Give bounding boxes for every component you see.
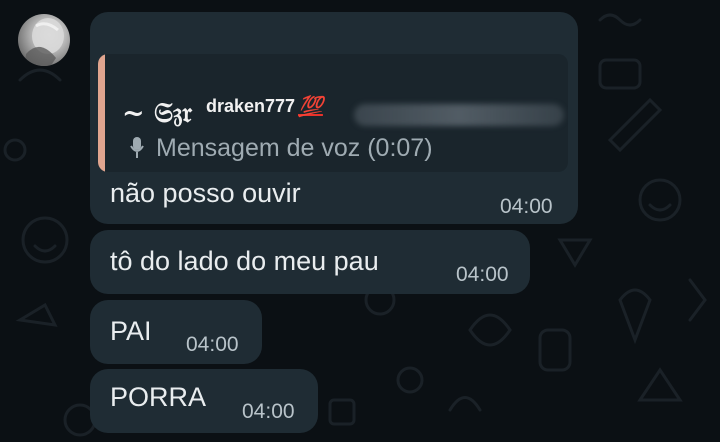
message-text: tô do lado do meu pau <box>110 246 379 276</box>
message-bubble-3[interactable]: PAI 04:00 <box>90 300 262 364</box>
blurred-name-region <box>354 104 564 126</box>
hundred-points-emoji: 💯 <box>298 96 323 118</box>
message-text: PORRA <box>110 382 207 412</box>
message-time: 04:00 <box>456 263 509 286</box>
user-avatar[interactable] <box>18 14 70 66</box>
message-time: 04:00 <box>242 400 295 423</box>
avatar-picture <box>24 18 64 66</box>
message-time: 04:00 <box>500 195 553 218</box>
quoted-message[interactable]: ~ 𝔖𝔷𝔯 draken777 💯 Mensagem de voz (0:07) <box>98 54 568 172</box>
message-text: não posso ouvir <box>110 178 301 208</box>
message-bubble-4[interactable]: PORRA 04:00 <box>90 369 318 433</box>
quoted-sender-handle: draken777 <box>206 96 296 116</box>
quote-accent-bar <box>98 54 105 172</box>
quoted-sender-name: ~ 𝔖𝔷𝔯 <box>122 98 193 129</box>
voice-message-preview: Mensagem de voz (0:07) <box>156 134 433 162</box>
message-bubble-2[interactable]: tô do lado do meu pau 04:00 <box>90 230 530 294</box>
message-text: PAI <box>110 316 152 346</box>
microphone-icon <box>130 137 144 158</box>
message-bubble-1[interactable]: ~ 𝔖𝔷𝔯 draken777 💯 Mensagem de voz (0:07)… <box>90 12 578 224</box>
message-time: 04:00 <box>186 333 239 356</box>
